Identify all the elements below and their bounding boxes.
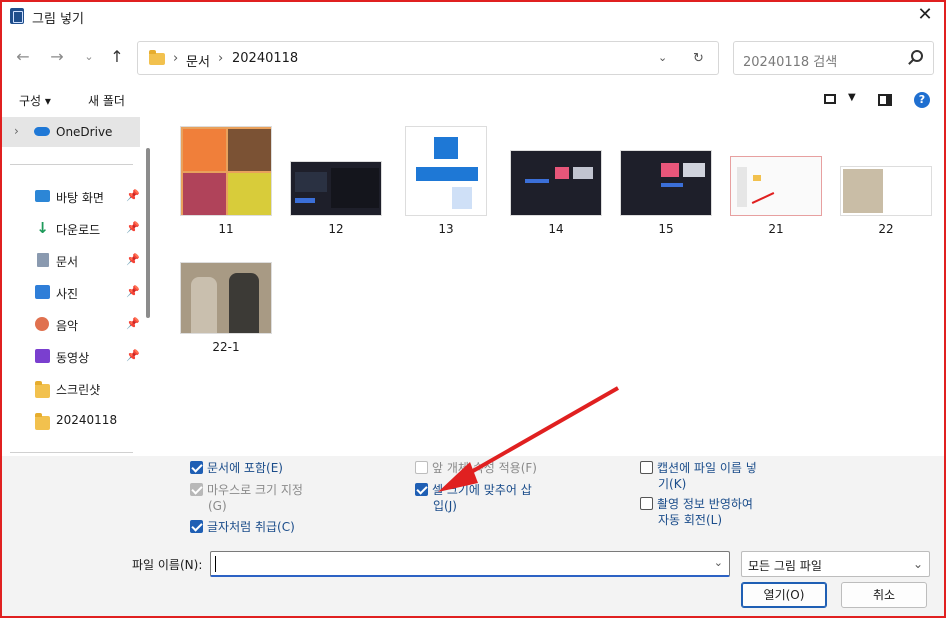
annotation-arrow <box>438 386 619 492</box>
arrow-head <box>438 462 478 492</box>
arrow-shaft <box>451 386 619 485</box>
